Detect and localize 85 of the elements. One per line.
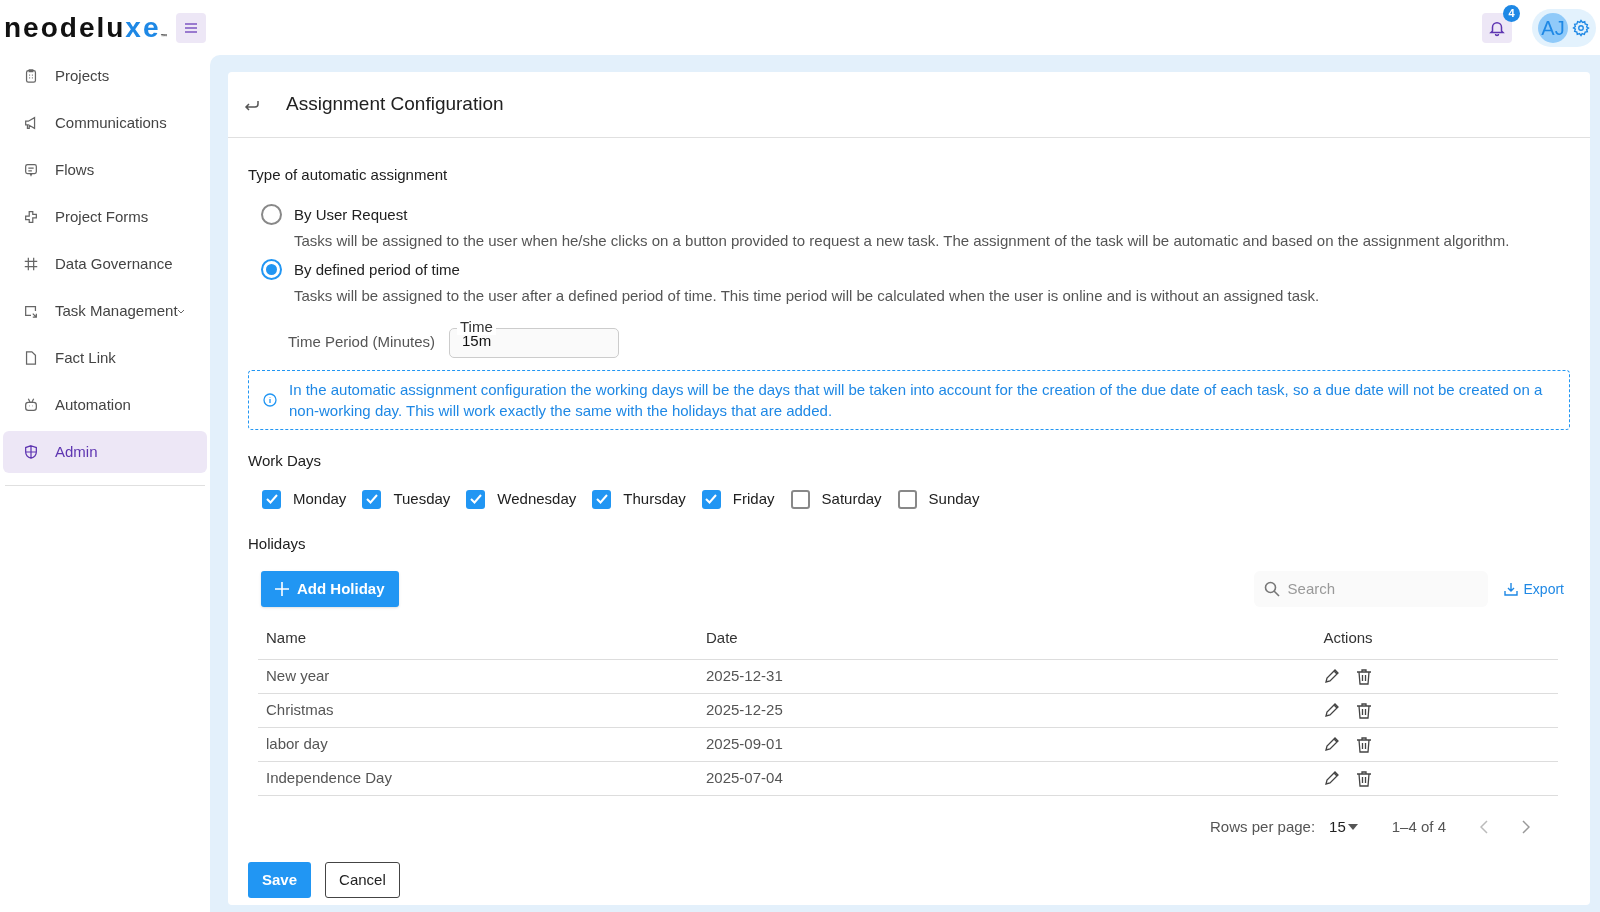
menu-button[interactable] (175, 12, 206, 43)
radio-button[interactable] (261, 259, 282, 281)
trash-icon[interactable] (1356, 701, 1372, 719)
workday-checkbox[interactable]: Monday (262, 488, 347, 511)
page-title: Assignment Configuration (286, 92, 504, 117)
menu-icon (183, 21, 198, 34)
trash-icon[interactable] (1356, 735, 1372, 753)
pencil-icon[interactable] (1324, 735, 1340, 752)
table-cell: Christmas (258, 693, 698, 727)
previous-page-icon[interactable] (1480, 819, 1488, 834)
workday-checkbox[interactable]: Sunday (897, 488, 980, 511)
workday-checkbox[interactable]: Friday (701, 488, 775, 511)
info-text: In the automatic assignment configuration the working days will be the days that will be taken into account for the creation of the due date of each task, so a due date will not be created on a non-working day. This will work exactly the same with the holidays that are added. (289, 379, 1544, 421)
robot-icon (23, 397, 39, 413)
next-page-icon[interactable] (1522, 819, 1530, 834)
table-cell: 2025-07-04 (698, 761, 1138, 795)
checkmark-icon (704, 492, 719, 507)
radio-option[interactable]: By defined period of time (261, 258, 1570, 281)
section-heading: Holidays (248, 533, 307, 554)
checkbox[interactable] (262, 489, 281, 509)
checkbox[interactable] (701, 489, 721, 509)
column-header: Actions (1138, 617, 1558, 659)
chat-icon (23, 162, 39, 178)
grid-icon (23, 256, 39, 272)
shield-icon (23, 444, 39, 460)
table-cell: 2025-09-01 (698, 727, 1138, 761)
sidebar-item[interactable]: Communications (3, 102, 207, 144)
table-cell: Independence Day (258, 761, 698, 795)
section-heading: Work Days (248, 450, 323, 471)
cancel-button[interactable]: Cancel (325, 862, 400, 898)
pencil-icon[interactable] (1324, 769, 1340, 786)
sidebar-item[interactable]: Flows (3, 149, 207, 191)
settings-icon[interactable] (1572, 18, 1590, 37)
table-cell: 2025-12-25 (698, 693, 1138, 727)
search-input[interactable]: Search (1287, 577, 1468, 601)
checkbox[interactable] (466, 489, 486, 509)
column-header: Name (258, 617, 698, 659)
section-heading: Type of automatic assignment (248, 165, 449, 185)
pencil-icon[interactable] (1324, 667, 1340, 684)
field-label: Time Period (Minutes) (288, 332, 435, 353)
rows-per-page-select[interactable]: 15 (1329, 815, 1358, 838)
column-header: Date (698, 617, 1138, 659)
info-icon (263, 392, 277, 407)
rows-per-page-label: Rows per page: (1210, 816, 1316, 837)
checkbox[interactable] (592, 489, 612, 509)
caret-icon (1347, 823, 1358, 830)
checkmark-icon (364, 492, 379, 507)
workday-checkbox[interactable]: Thursday (592, 488, 686, 511)
puzzle-icon (23, 209, 39, 225)
sidebar-item[interactable]: Data Governance (3, 243, 207, 285)
table-cell: 2025-12-31 (698, 659, 1138, 693)
workday-checkbox[interactable]: Saturday (790, 488, 882, 511)
checkbox[interactable] (790, 489, 810, 509)
search-icon (1263, 581, 1280, 597)
checkbox[interactable] (897, 489, 917, 509)
sidebar-item[interactable]: Automation (3, 384, 207, 426)
export-button[interactable]: Export (1503, 578, 1564, 600)
table-cell: labor day (258, 727, 698, 761)
sidebar-item[interactable]: Admin (3, 431, 207, 473)
workday-checkbox[interactable]: Wednesday (466, 488, 577, 511)
radio-button[interactable] (261, 204, 282, 226)
window-arrow-icon (23, 303, 39, 319)
download-icon (1503, 582, 1518, 596)
trash-icon[interactable] (1356, 769, 1372, 787)
sidebar-item[interactable]: Project Forms (3, 196, 207, 238)
clipboard-icon (23, 68, 39, 84)
search-field[interactable]: Search (1253, 571, 1488, 607)
checkmark-icon (594, 492, 609, 507)
sidebar-item[interactable]: Fact Link (3, 337, 207, 379)
plus-icon (275, 582, 289, 596)
table-cell: New year (258, 659, 698, 693)
option-description: Tasks will be assigned to the user when he/she clicks on a button provided to request a new task. The assignment of the task will be automatic and based on the assignment algorithm. (293, 231, 1511, 251)
pencil-icon[interactable] (1324, 701, 1340, 718)
workday-checkbox[interactable]: Tuesday (362, 488, 451, 511)
checkmark-icon (468, 492, 483, 507)
sidebar-item[interactable]: Task Management (3, 290, 207, 332)
checkmark-icon (264, 492, 279, 507)
sidebar-item[interactable]: Projects (3, 55, 207, 97)
radio-option[interactable]: By User Request (261, 203, 1570, 226)
pagination-range: 1–4 of 4 (1391, 816, 1446, 837)
option-description: Tasks will be assigned to the user after a defined period of time. This time period will be calculated when the user is online and is without an assigned task. (293, 286, 1321, 306)
trash-icon[interactable] (1356, 667, 1372, 685)
notification-badge: 4 (1503, 4, 1520, 22)
checkbox[interactable] (362, 489, 382, 509)
file-icon (23, 350, 39, 366)
